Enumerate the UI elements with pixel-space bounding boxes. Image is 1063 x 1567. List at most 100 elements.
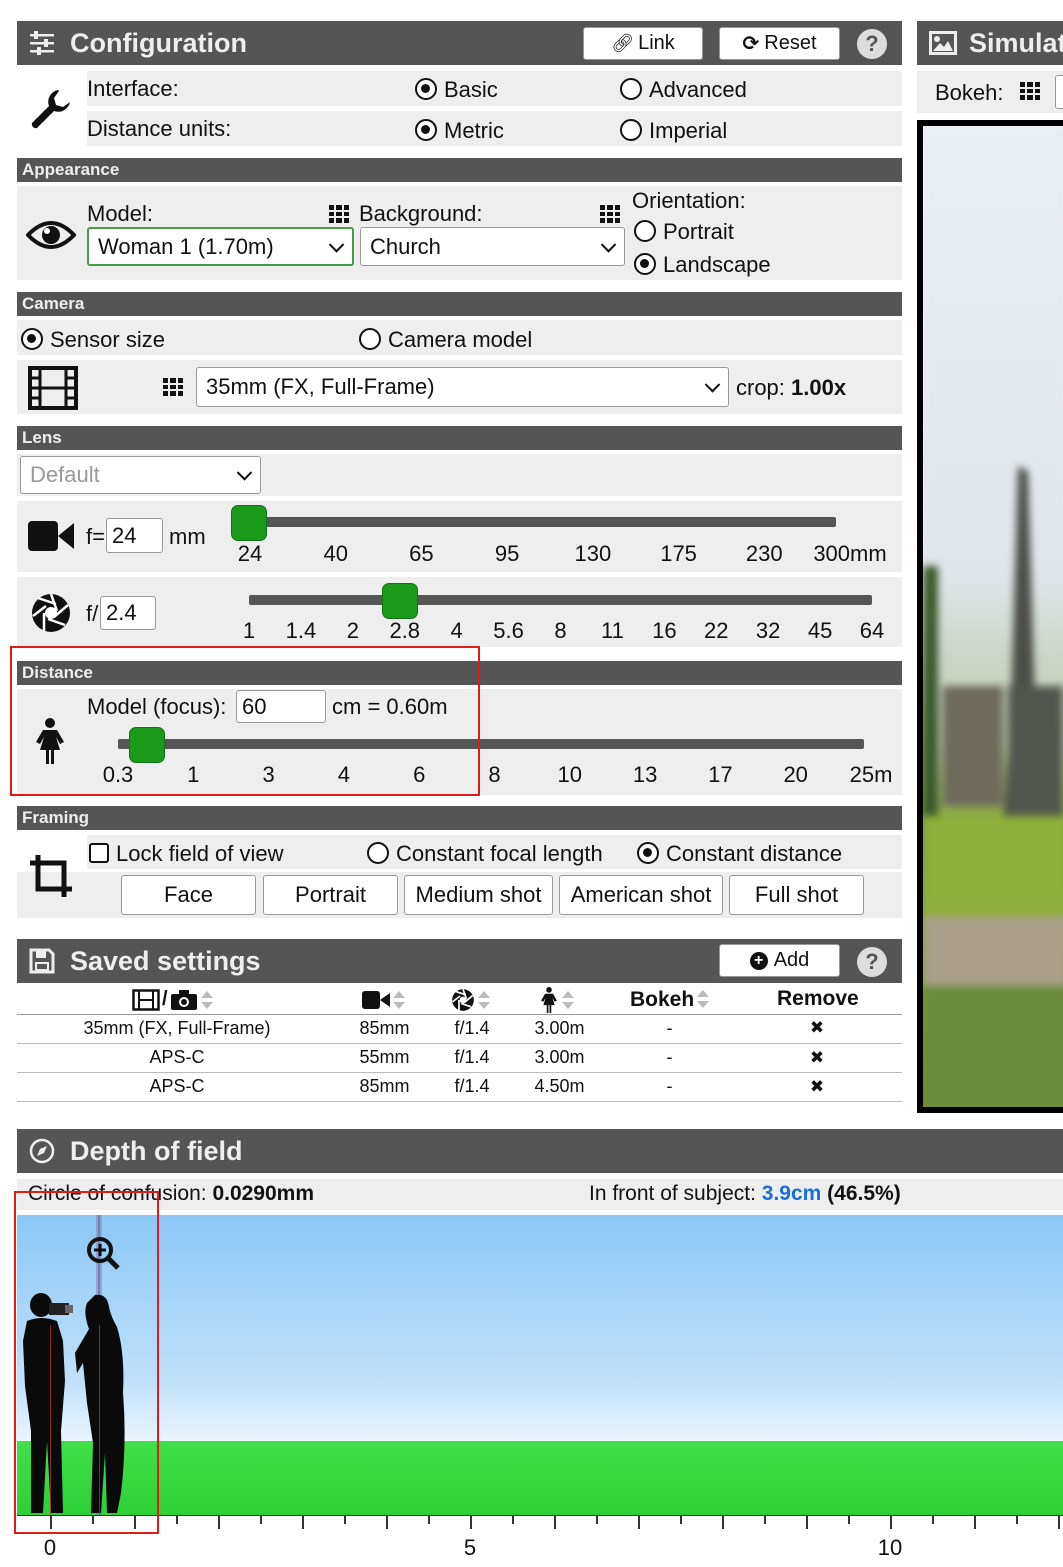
grid-icon[interactable] bbox=[600, 205, 620, 223]
table-cell: 55mm bbox=[337, 1043, 432, 1073]
aperture-input[interactable]: 2.4 bbox=[100, 596, 156, 630]
bokeh-column-header[interactable]: Bokeh bbox=[630, 988, 710, 1012]
table-row[interactable]: 35mm (FX, Full-Frame) 85mm f/1.4 3.00m - ✖ bbox=[17, 1014, 902, 1044]
tick-label: 175 bbox=[660, 541, 697, 566]
remove-icon[interactable]: ✖ bbox=[732, 1043, 902, 1073]
link-button[interactable]: 🔗︎ Link bbox=[583, 27, 703, 60]
ruler-tick bbox=[890, 1515, 892, 1529]
table-row[interactable]: APS-C 55mm f/1.4 3.00m - ✖ bbox=[17, 1043, 902, 1073]
interface-basic-radio[interactable]: Basic bbox=[415, 77, 498, 103]
lens-preset-select[interactable]: Default bbox=[20, 456, 261, 494]
tick-label: 130 bbox=[574, 541, 612, 566]
remove-column-header: Remove bbox=[777, 987, 859, 1010]
ruler-tick bbox=[806, 1515, 808, 1529]
interface-label: Interface: bbox=[87, 76, 179, 101]
simulation-title: Simulat bbox=[969, 27, 1063, 58]
tick-label: 2.8 bbox=[389, 618, 421, 643]
table-cell: f/1.4 bbox=[432, 1072, 512, 1102]
aperture-icon bbox=[452, 988, 474, 1011]
focal-unit: mm bbox=[169, 524, 206, 549]
film-icon bbox=[28, 366, 78, 410]
sensor-select[interactable]: 35mm (FX, Full-Frame) bbox=[196, 367, 729, 407]
orientation-portrait-radio[interactable]: Portrait bbox=[634, 219, 734, 245]
table-cell: 3.00m bbox=[512, 1014, 607, 1044]
chevron-down-icon bbox=[328, 236, 345, 253]
crop-icon bbox=[30, 855, 72, 897]
focal-slider-track[interactable] bbox=[235, 517, 836, 527]
configuration-help-icon[interactable]: ? bbox=[857, 29, 887, 59]
ruler-tick bbox=[260, 1515, 262, 1524]
background-select[interactable]: Church bbox=[360, 227, 625, 266]
tick-label: 32 bbox=[755, 618, 781, 643]
ruler-label: 0 bbox=[43, 1535, 57, 1560]
face-shot-button[interactable]: Face bbox=[121, 875, 256, 915]
video-camera-icon bbox=[362, 991, 390, 1009]
tick-label: 230 bbox=[745, 541, 783, 566]
bokeh-select-edge[interactable] bbox=[1055, 75, 1063, 109]
units-metric-radio[interactable]: Metric bbox=[415, 118, 504, 144]
constant-distance-radio[interactable]: Constant distance bbox=[637, 841, 842, 867]
tick-label: 1.4 bbox=[285, 618, 317, 643]
camera-header: Camera bbox=[17, 292, 902, 316]
add-setting-button[interactable]: + Add bbox=[719, 944, 840, 977]
focal-column-header[interactable] bbox=[362, 990, 405, 1010]
table-row[interactable]: APS-C 85mm f/1.4 4.50m - ✖ bbox=[17, 1072, 902, 1102]
background-label: Background: bbox=[359, 201, 483, 226]
distance-column-header[interactable] bbox=[539, 987, 574, 1013]
table-cell: f/1.4 bbox=[432, 1014, 512, 1044]
saved-settings-title: Saved settings bbox=[70, 945, 261, 976]
reset-button[interactable]: ⟳ Reset bbox=[719, 27, 840, 60]
table-cell: 85mm bbox=[337, 1072, 432, 1102]
ruler-tick bbox=[680, 1515, 682, 1524]
tick-label: 8 bbox=[554, 618, 567, 643]
highlight-box-distance bbox=[10, 646, 480, 796]
ruler-tick bbox=[974, 1515, 976, 1529]
sort-icon bbox=[478, 991, 490, 1009]
remove-icon[interactable]: ✖ bbox=[732, 1014, 902, 1044]
orientation-landscape-radio[interactable]: Landscape bbox=[634, 252, 771, 278]
interface-advanced-radio[interactable]: Advanced bbox=[620, 77, 747, 103]
table-cell: - bbox=[607, 1014, 732, 1044]
tick-label: 10 bbox=[557, 762, 583, 787]
remove-icon[interactable]: ✖ bbox=[732, 1072, 902, 1102]
sensor-size-radio[interactable]: Sensor size bbox=[21, 327, 165, 353]
depth-of-field-title: Depth of field bbox=[70, 1135, 243, 1166]
model-select[interactable]: Woman 1 (1.70m) bbox=[87, 227, 354, 266]
ruler-tick bbox=[512, 1515, 514, 1524]
church-scene bbox=[923, 126, 1063, 1107]
aperture-slider-track[interactable] bbox=[249, 595, 872, 605]
tick-label: 4 bbox=[450, 618, 463, 643]
table-cell: 85mm bbox=[337, 1014, 432, 1044]
chevron-down-icon bbox=[704, 377, 721, 393]
ruler-line bbox=[17, 1515, 1063, 1516]
constant-focal-radio[interactable]: Constant focal length bbox=[367, 841, 603, 867]
video-camera-icon bbox=[28, 521, 74, 551]
grid-icon[interactable] bbox=[1020, 82, 1040, 100]
tick-label: 64 bbox=[859, 618, 885, 643]
ruler-tick bbox=[428, 1515, 430, 1524]
focal-slider-thumb[interactable] bbox=[231, 505, 267, 541]
radio-selected bbox=[415, 119, 437, 141]
ruler-tick bbox=[932, 1515, 934, 1524]
american-shot-button[interactable]: American shot bbox=[559, 875, 723, 915]
sensor-column-header[interactable]: / bbox=[132, 988, 213, 1011]
medium-shot-button[interactable]: Medium shot bbox=[404, 875, 553, 915]
units-imperial-radio[interactable]: Imperial bbox=[620, 118, 727, 144]
tick-label: 1 bbox=[242, 618, 256, 643]
distance-ruler: 0 5 10 bbox=[17, 1515, 1063, 1567]
grid-icon[interactable] bbox=[163, 378, 183, 396]
camera-icon bbox=[170, 989, 197, 1010]
ruler-tick bbox=[344, 1515, 346, 1524]
aperture-slider-thumb[interactable] bbox=[382, 583, 419, 619]
portrait-shot-button[interactable]: Portrait bbox=[263, 875, 398, 915]
tick-label: 45 bbox=[807, 618, 833, 643]
lock-fov-checkbox[interactable]: Lock field of view bbox=[89, 841, 284, 867]
camera-model-radio[interactable]: Camera model bbox=[359, 327, 532, 353]
aperture-column-header[interactable] bbox=[451, 988, 490, 1012]
full-shot-button[interactable]: Full shot bbox=[729, 875, 864, 915]
saved-settings-table: 35mm (FX, Full-Frame) 85mm f/1.4 3.00m - ✖ APS… bbox=[17, 1014, 902, 1102]
grid-icon[interactable] bbox=[329, 205, 349, 223]
focal-length-input[interactable]: 24 bbox=[106, 518, 163, 553]
radio-unselected bbox=[620, 78, 642, 100]
saved-settings-help-icon[interactable]: ? bbox=[857, 947, 887, 977]
